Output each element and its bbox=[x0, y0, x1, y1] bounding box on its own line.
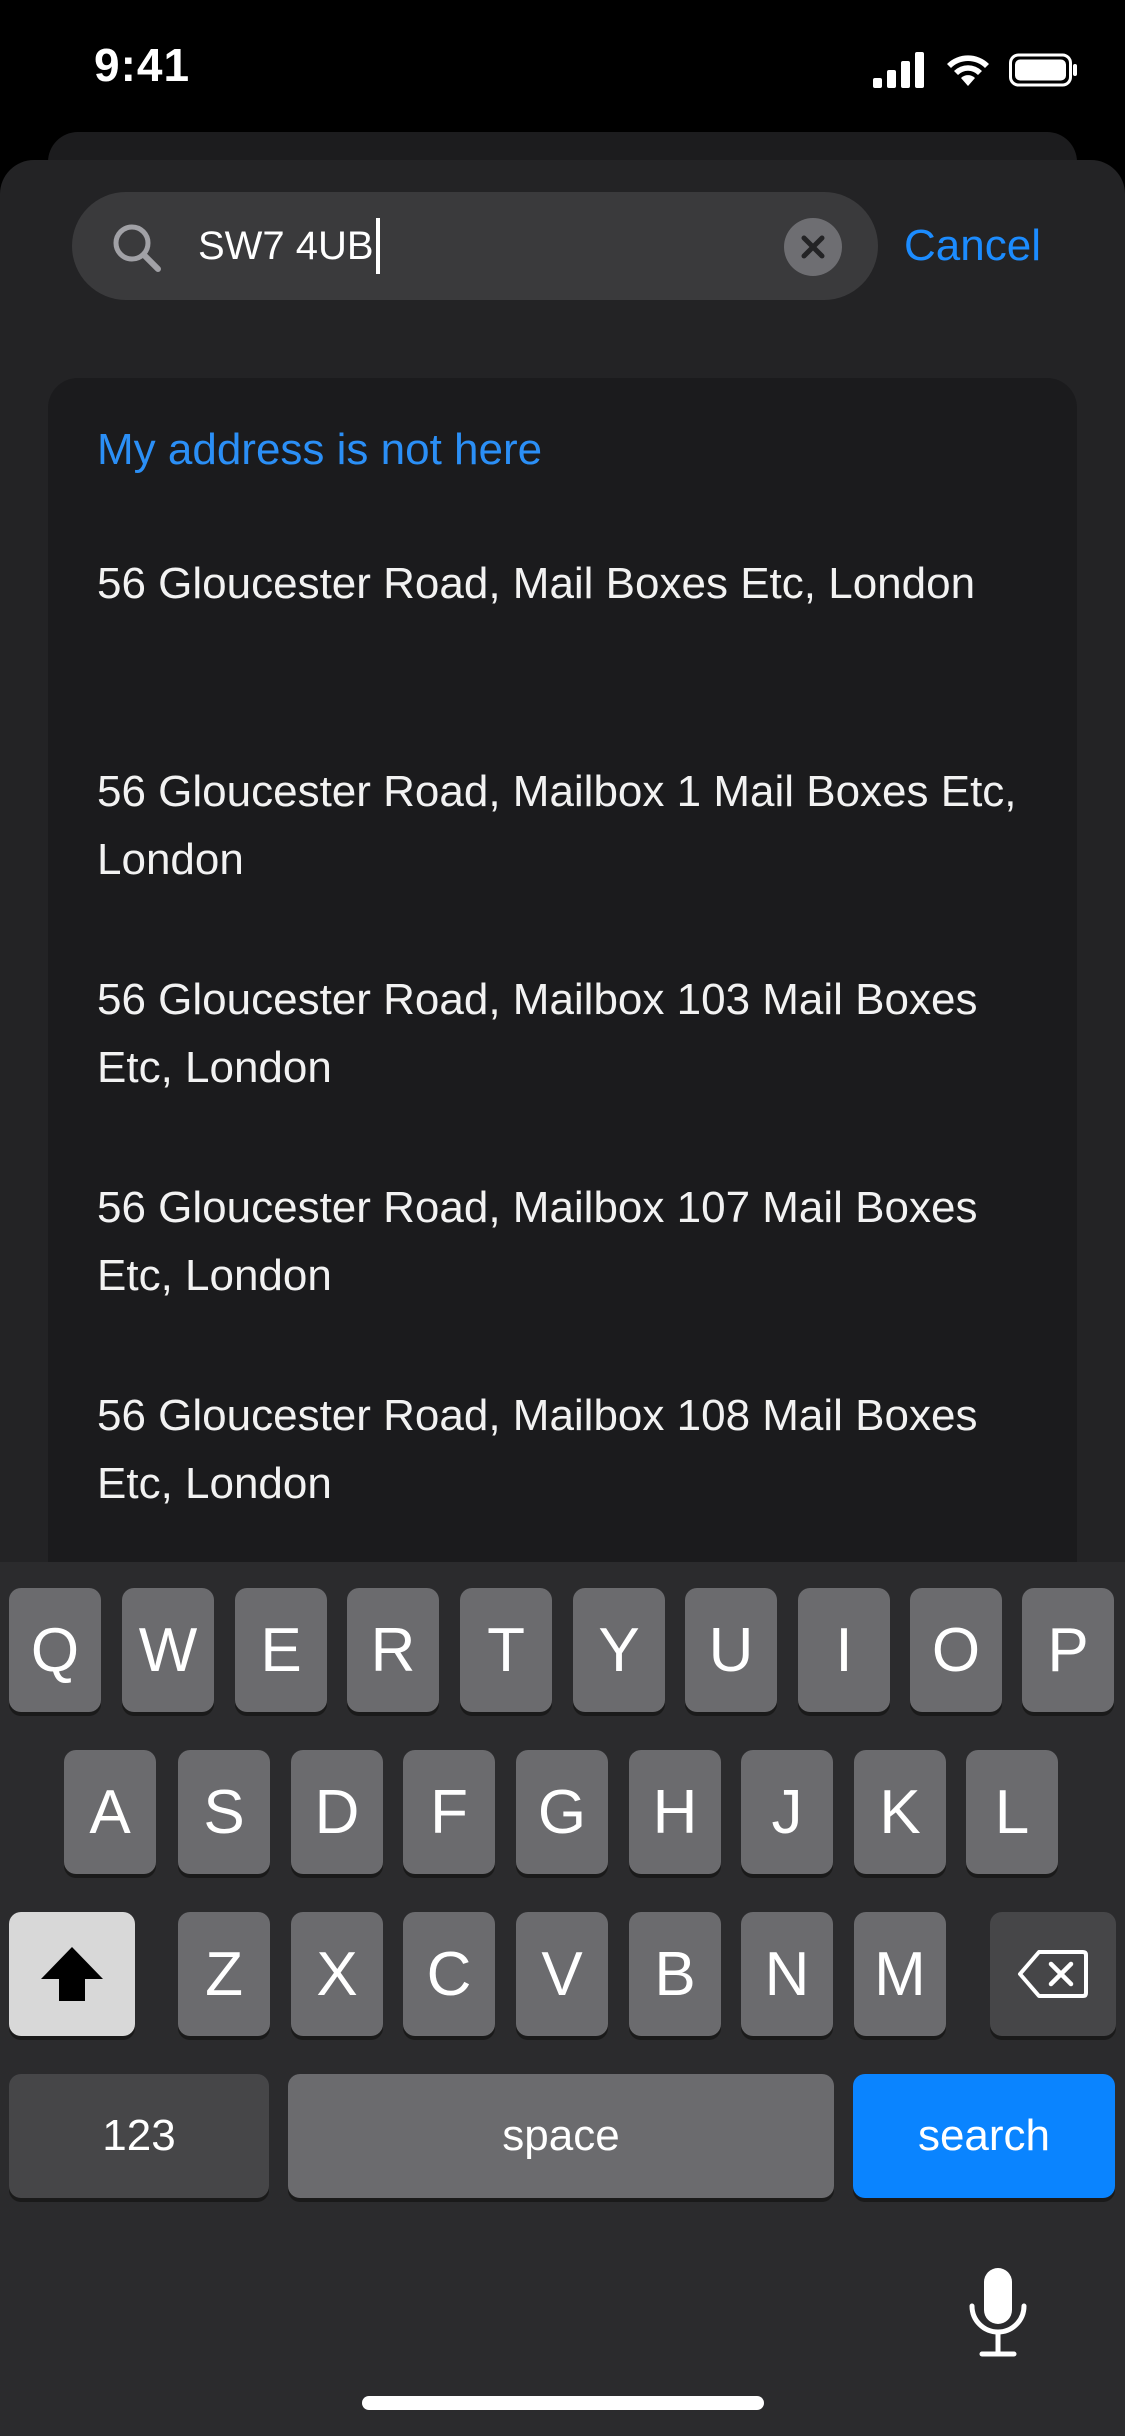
wifi-icon bbox=[947, 55, 989, 86]
result-item[interactable]: 56 Gloucester Road, Mailbox 1 Mail Boxes… bbox=[97, 758, 1037, 894]
key-y[interactable]: Y bbox=[573, 1588, 665, 1712]
key-s[interactable]: S bbox=[178, 1750, 270, 1874]
cancel-button[interactable]: Cancel bbox=[904, 216, 1041, 276]
results-list: My address is not here 56 Gloucester Roa… bbox=[48, 378, 1077, 1568]
result-item[interactable]: 56 Gloucester Road, Mailbox 107 Mail Box… bbox=[97, 1174, 1037, 1310]
shift-icon bbox=[41, 1947, 103, 2001]
battery-icon bbox=[1009, 53, 1077, 87]
key-g[interactable]: G bbox=[516, 1750, 608, 1874]
key-a[interactable]: A bbox=[64, 1750, 156, 1874]
key-e[interactable]: E bbox=[235, 1588, 327, 1712]
key-u[interactable]: U bbox=[685, 1588, 777, 1712]
key-v[interactable]: V bbox=[516, 1912, 608, 2036]
key-b[interactable]: B bbox=[629, 1912, 721, 2036]
space-key[interactable]: space bbox=[288, 2074, 834, 2198]
key-j[interactable]: J bbox=[741, 1750, 833, 1874]
clear-button[interactable] bbox=[784, 218, 842, 276]
text-caret bbox=[375, 218, 380, 274]
address-not-here-link[interactable]: My address is not here bbox=[97, 418, 542, 482]
key-l[interactable]: L bbox=[966, 1750, 1058, 1874]
delete-icon bbox=[1018, 1950, 1088, 1998]
key-c[interactable]: C bbox=[403, 1912, 495, 2036]
search-input[interactable]: SW7 4UB bbox=[198, 214, 380, 278]
key-w[interactable]: W bbox=[122, 1588, 214, 1712]
result-item[interactable]: 56 Gloucester Road, Mailbox 108 Mail Box… bbox=[97, 1382, 1037, 1518]
key-r[interactable]: R bbox=[347, 1588, 439, 1712]
key-z[interactable]: Z bbox=[178, 1912, 270, 2036]
key-x[interactable]: X bbox=[291, 1912, 383, 2036]
key-o[interactable]: O bbox=[910, 1588, 1002, 1712]
screen: 9:41 SW7 4UB Cancel My address is not he… bbox=[0, 0, 1125, 2436]
delete-key[interactable] bbox=[990, 1912, 1116, 2036]
home-indicator bbox=[362, 2396, 764, 2410]
key-p[interactable]: P bbox=[1022, 1588, 1114, 1712]
search-key[interactable]: search bbox=[853, 2074, 1115, 2198]
key-t[interactable]: T bbox=[460, 1588, 552, 1712]
status-time: 9:41 bbox=[94, 39, 191, 91]
status-bar: 9:41 bbox=[0, 0, 1125, 135]
mic-icon[interactable] bbox=[964, 2266, 1032, 2362]
key-d[interactable]: D bbox=[291, 1750, 383, 1874]
key-f[interactable]: F bbox=[403, 1750, 495, 1874]
key-q[interactable]: Q bbox=[9, 1588, 101, 1712]
clear-icon bbox=[801, 235, 825, 259]
search-input-value: SW7 4UB bbox=[198, 224, 374, 268]
shift-key[interactable] bbox=[9, 1912, 135, 2036]
signal-icon bbox=[873, 52, 924, 88]
result-item[interactable]: 56 Gloucester Road, Mail Boxes Etc, Lond… bbox=[97, 550, 1037, 618]
key-n[interactable]: N bbox=[741, 1912, 833, 2036]
key-h[interactable]: H bbox=[629, 1750, 721, 1874]
key-k[interactable]: K bbox=[854, 1750, 946, 1874]
numbers-key[interactable]: 123 bbox=[9, 2074, 269, 2198]
status-icons bbox=[873, 50, 1079, 90]
result-item[interactable]: 56 Gloucester Road, Mailbox 103 Mail Box… bbox=[97, 966, 1037, 1102]
key-i[interactable]: I bbox=[798, 1588, 890, 1712]
keyboard: Q W E R T Y U I O P A S D F G H J K L Z … bbox=[0, 1562, 1125, 2436]
key-m[interactable]: M bbox=[854, 1912, 946, 2036]
search-field[interactable]: SW7 4UB bbox=[72, 192, 878, 300]
search-icon bbox=[113, 224, 161, 272]
